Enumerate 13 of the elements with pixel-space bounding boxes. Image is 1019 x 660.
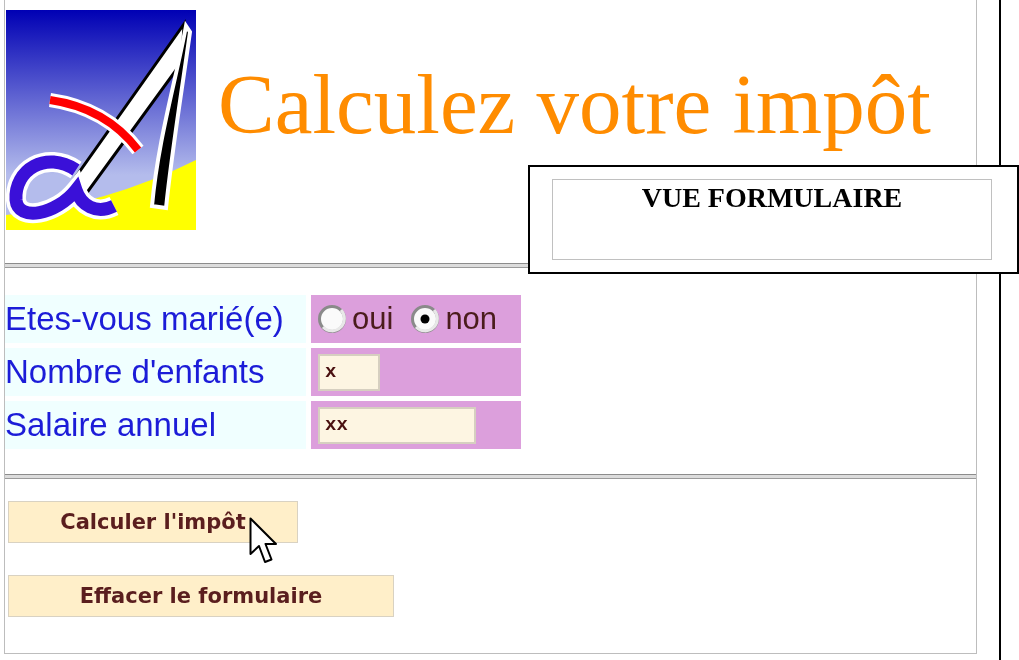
text-input[interactable]: xx (318, 406, 476, 444)
field-label: Nombre d'enfants (5, 348, 306, 396)
text-input[interactable]: x (318, 353, 380, 391)
view-label: VUE FORMULAIRE (552, 179, 992, 260)
mouse-pointer-icon (249, 517, 277, 564)
radio-label[interactable]: non (445, 301, 498, 337)
form-button[interactable]: Effacer le formulaire (8, 575, 394, 617)
radio-label[interactable]: oui (352, 301, 394, 337)
radio-button[interactable] (318, 305, 346, 333)
form-button[interactable]: Calculer l'impôt (8, 501, 298, 543)
field-label: Etes-vous marié(e) (5, 295, 306, 343)
field-label: Salaire annuel (5, 401, 306, 449)
radio-button[interactable] (411, 305, 440, 333)
